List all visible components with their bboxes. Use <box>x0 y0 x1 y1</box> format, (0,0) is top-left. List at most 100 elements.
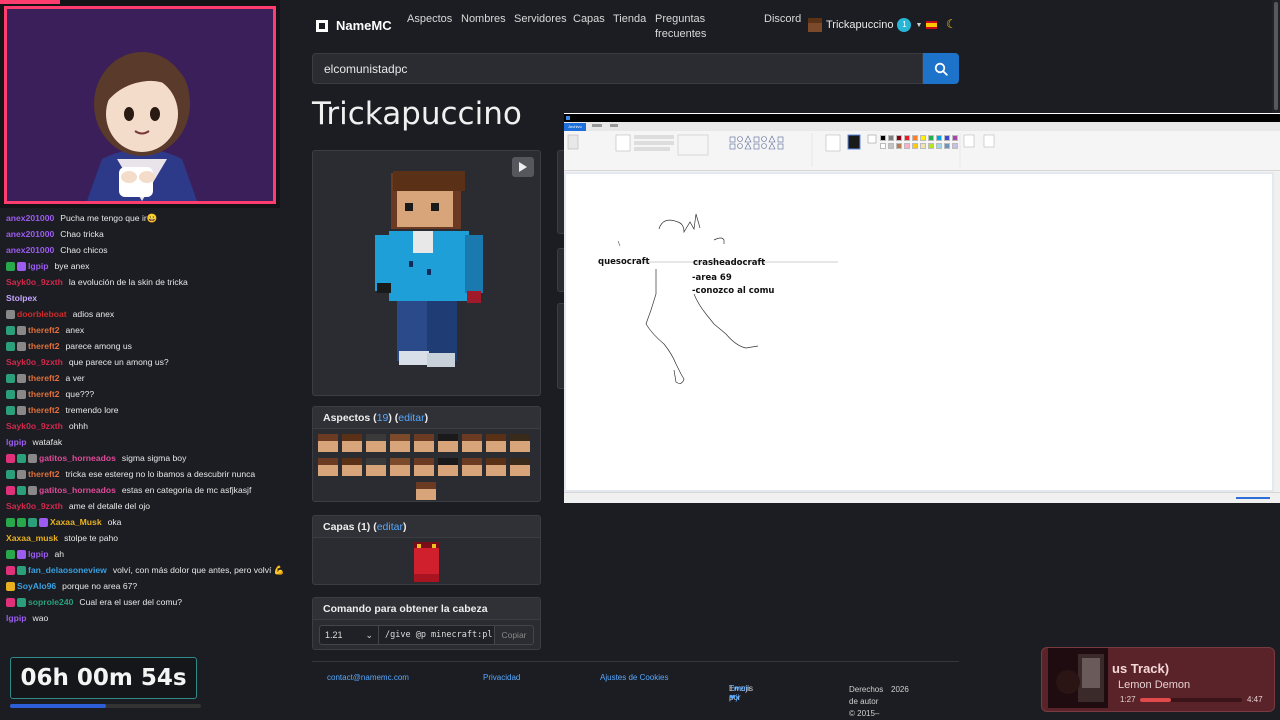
skin-thumbnail[interactable] <box>318 458 338 476</box>
chat-username[interactable]: thereft2 <box>28 389 60 399</box>
chat-username[interactable]: Sayk0o_9zxth <box>6 501 63 511</box>
chat-username[interactable]: anex201000 <box>6 245 54 255</box>
palette-color-swatch[interactable] <box>928 143 934 149</box>
skin-thumbnail[interactable] <box>318 434 338 452</box>
skin-thumbnail[interactable] <box>366 458 386 476</box>
palette-color-swatch[interactable] <box>896 143 902 149</box>
palette-color-swatch[interactable] <box>920 143 926 149</box>
skin-thumbnail[interactable] <box>486 434 506 452</box>
search-input[interactable] <box>312 53 923 84</box>
footer-cookies-link[interactable]: Ajustes de Cookies <box>600 673 668 682</box>
palette-color-swatch[interactable] <box>904 135 910 141</box>
palette-color-swatch[interactable] <box>888 143 894 149</box>
palette-color-swatch[interactable] <box>896 135 902 141</box>
skin-thumbnail[interactable] <box>416 482 436 500</box>
skin-thumbnail[interactable] <box>438 434 458 452</box>
skin-thumbnail[interactable] <box>390 458 410 476</box>
nav-link-capas[interactable]: Capas <box>573 12 605 27</box>
chat-username[interactable]: thereft2 <box>28 341 60 351</box>
palette-color-swatch[interactable] <box>888 135 894 141</box>
chat-username[interactable]: soprole240 <box>28 597 73 607</box>
nav-link-servidores[interactable]: Servidores <box>514 12 567 27</box>
chat-username[interactable]: thereft2 <box>28 405 60 415</box>
footer-privacy-link[interactable]: Privacidad <box>483 673 520 682</box>
chat-username[interactable]: gatitos_horneados <box>39 453 116 463</box>
chat-username[interactable]: anex201000 <box>6 229 54 239</box>
skin-thumbnail[interactable] <box>414 434 434 452</box>
chat-username[interactable]: thereft2 <box>28 373 60 383</box>
chat-username[interactable]: doorbleboat <box>17 309 67 319</box>
footer-contact-link[interactable]: contact@namemc.com <box>327 673 409 682</box>
page-scrollbar[interactable] <box>1272 0 1280 113</box>
cape-thumbnail[interactable] <box>413 542 440 582</box>
palette-color-swatch[interactable] <box>912 143 918 149</box>
skin-3d-viewer[interactable] <box>312 150 541 396</box>
skin-thumbnail[interactable] <box>390 434 410 452</box>
skin-thumbnail[interactable] <box>510 434 530 452</box>
chat-username[interactable]: lgpip <box>6 437 27 447</box>
skin-thumbnail[interactable] <box>438 458 458 476</box>
play-animation-button[interactable] <box>512 157 534 177</box>
palette-color-swatch[interactable] <box>936 143 942 149</box>
nav-link-nombres[interactable]: Nombres <box>461 12 506 27</box>
user-menu[interactable]: Trickapuccino 1 ▼ <box>808 18 922 32</box>
chat-username[interactable]: Sayk0o_9zxth <box>6 277 63 287</box>
chat-username[interactable]: fan_delaosoneview <box>28 565 107 575</box>
chat-username[interactable]: Stolpex <box>6 293 37 303</box>
copy-button[interactable]: Copiar <box>495 625 534 645</box>
chat-username[interactable]: Sayk0o_9zxth <box>6 357 63 367</box>
language-flag-icon[interactable] <box>926 21 937 29</box>
chat-username[interactable]: lgpip <box>28 549 49 559</box>
nav-link-tienda[interactable]: Tienda <box>613 12 646 27</box>
chat-username[interactable]: Xaxaa_Musk <box>50 517 102 527</box>
palette-color-swatch[interactable] <box>928 135 934 141</box>
skin-thumbnail[interactable] <box>342 434 362 452</box>
nav-link-aspectos[interactable]: Aspectos <box>407 12 452 27</box>
command-field[interactable]: /give @p minecraft:pl <box>379 625 495 645</box>
footer-twemoji-link[interactable]: Twem❤ji <box>729 684 750 702</box>
paint-zoom-slider[interactable] <box>1236 497 1270 499</box>
palette-color-swatch[interactable] <box>904 143 910 149</box>
skins-edit-link[interactable]: editar <box>398 412 424 424</box>
chat-username[interactable]: thereft2 <box>28 469 60 479</box>
page-scrollbar-thumb[interactable] <box>1274 2 1278 110</box>
skin-thumbnail[interactable] <box>414 458 434 476</box>
paint-vertical-scrollbar[interactable] <box>1274 172 1280 492</box>
palette-color-swatch[interactable] <box>952 135 958 141</box>
palette-color-swatch[interactable] <box>936 135 942 141</box>
palette-color-swatch[interactable] <box>944 135 950 141</box>
brand-logo[interactable]: NameMC <box>316 18 392 33</box>
nav-link-discord[interactable]: Discord <box>764 12 801 27</box>
skin-thumbnail[interactable] <box>486 458 506 476</box>
skin-thumbnail[interactable] <box>462 458 482 476</box>
skin-thumbnail[interactable] <box>510 458 530 476</box>
chat-username[interactable]: thereft2 <box>28 325 60 335</box>
chat-username[interactable]: lgpip <box>6 613 27 623</box>
version-select[interactable]: 1.21 ⌄ <box>319 625 379 645</box>
palette-color-swatch[interactable] <box>912 135 918 141</box>
palette-color-swatch[interactable] <box>920 135 926 141</box>
skin-thumbnail[interactable] <box>366 434 386 452</box>
paint-tab-ver[interactable] <box>610 124 618 127</box>
paint-window[interactable]: Archivo quesocraft crasheadocraft -area … <box>564 113 1280 503</box>
paint-titlebar[interactable] <box>564 114 1280 122</box>
paint-canvas[interactable]: quesocraft crasheadocraft -area 69 -cono… <box>566 174 1272 490</box>
palette-color-swatch[interactable] <box>944 143 950 149</box>
chat-username[interactable]: Xaxaa_musk <box>6 533 58 543</box>
palette-color-swatch[interactable] <box>952 143 958 149</box>
palette-color-swatch[interactable] <box>880 135 886 141</box>
skin-thumbnail[interactable] <box>342 458 362 476</box>
palette-color-swatch[interactable] <box>880 143 886 149</box>
chat-username[interactable]: SoyAlo96 <box>17 581 56 591</box>
search-button[interactable] <box>923 53 959 84</box>
dark-mode-moon-icon[interactable]: ☾ <box>946 17 957 31</box>
chat-username[interactable]: gatitos_horneados <box>39 485 116 495</box>
paint-file-tab[interactable]: Archivo <box>564 123 586 131</box>
chat-username[interactable]: lgpip <box>28 261 49 271</box>
nav-link-faq[interactable]: Preguntas frecuentes <box>655 12 715 42</box>
chat-username[interactable]: anex201000 <box>6 213 54 223</box>
skin-thumbnail[interactable] <box>462 434 482 452</box>
paint-tab-inicio[interactable] <box>592 124 602 127</box>
capes-edit-link[interactable]: editar <box>377 521 403 533</box>
chat-username[interactable]: Sayk0o_9zxth <box>6 421 63 431</box>
